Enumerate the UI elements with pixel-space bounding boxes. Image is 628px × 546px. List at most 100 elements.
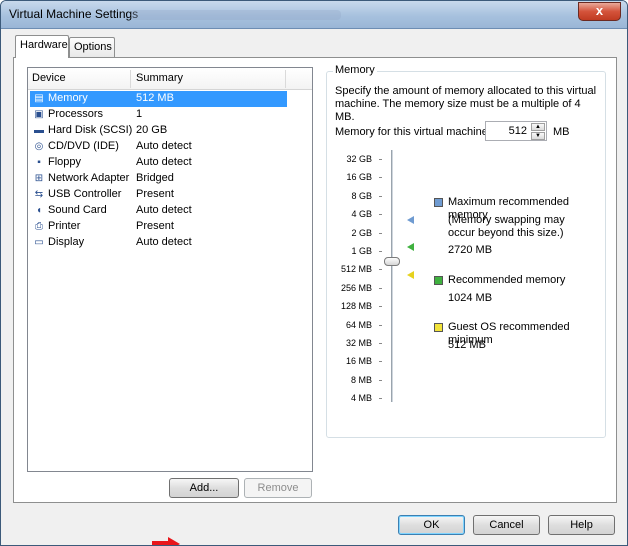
device-summary: Present <box>136 220 174 232</box>
device-row[interactable]: ⊞ Network Adapter Bridged <box>30 171 287 187</box>
network-adapter-icon: ⊞ <box>34 173 44 184</box>
scale-tick <box>379 324 382 326</box>
device-row[interactable]: ▣ Processors 1 <box>30 107 287 123</box>
memory-slider-track[interactable] <box>391 150 393 402</box>
device-row[interactable]: ▤ Memory 512 MB <box>30 91 287 107</box>
memory-unit: MB <box>553 126 570 138</box>
recommended-memory-marker-icon <box>407 243 414 251</box>
device-row[interactable]: ⎙ Printer Present <box>30 219 287 235</box>
scale-label: 16 MB <box>345 356 372 367</box>
scale-tick <box>379 306 382 308</box>
hard-disk-icon: ▬ <box>34 125 44 136</box>
memory-stepper[interactable]: 512 ▲ ▼ <box>485 121 547 141</box>
scale-label: 128 MB <box>340 301 372 312</box>
device-summary: Auto detect <box>136 236 192 248</box>
scale-label: 16 GB <box>346 172 372 183</box>
memory-icon: ▤ <box>34 93 44 104</box>
scale-label: 64 MB <box>345 319 372 330</box>
floppy-icon: ▪ <box>37 157 41 168</box>
memory-group-title: Memory <box>333 64 377 76</box>
blurred-title-text <box>131 10 341 20</box>
hardware-panel: Device Summary ▤ Memory 512 MB ▣ Processors 1… <box>13 57 617 545</box>
scale-label: 8 MB <box>350 374 372 385</box>
device-summary: 512 MB <box>136 92 174 104</box>
window-title: Virtual Machine Settings <box>9 7 139 21</box>
recommended-memory-swatch <box>434 276 443 285</box>
device-summary: 1 <box>136 108 143 120</box>
max-memory-note: (Memory swapping may occur beyond this s… <box>448 214 565 239</box>
list-header: Device Summary <box>28 68 312 90</box>
header-device[interactable]: Device <box>32 72 66 84</box>
device-name: Processors <box>48 108 104 120</box>
device-name: Sound Card <box>48 204 107 216</box>
scale-tick <box>379 177 382 179</box>
scale-label: 256 MB <box>340 282 372 293</box>
scale-tick <box>379 269 382 271</box>
device-name: Floppy <box>48 156 82 168</box>
add-button[interactable]: Add... <box>169 478 239 498</box>
remove-button[interactable]: Remove <box>244 478 312 498</box>
device-summary: 20 GB <box>136 124 168 136</box>
processor-icon: ▣ <box>34 109 44 120</box>
device-summary: Bridged <box>136 172 174 184</box>
header-summary[interactable]: Summary <box>136 72 183 84</box>
scale-tick <box>379 398 382 400</box>
device-summary: Auto detect <box>136 156 192 168</box>
device-name: USB Controller <box>48 188 122 200</box>
memory-slider-thumb[interactable] <box>384 257 400 266</box>
scale-label: 4 GB <box>351 209 372 220</box>
spin-down-icon[interactable]: ▼ <box>531 132 545 140</box>
max-memory-value: 2720 MB <box>448 244 493 256</box>
device-summary: Auto detect <box>136 140 192 152</box>
tab-options[interactable]: Options <box>69 37 115 57</box>
scale-tick <box>379 287 382 289</box>
recommended-memory-title: Recommended memory <box>448 274 566 286</box>
memory-description: Specify the amount of memory allocated t… <box>335 85 597 123</box>
display-icon: ▭ <box>34 237 44 248</box>
tab-hardware[interactable]: Hardware <box>15 35 69 58</box>
device-name: Display <box>48 236 85 248</box>
ok-button[interactable]: OK <box>398 515 465 535</box>
cancel-button[interactable]: Cancel <box>473 515 540 535</box>
column-separator <box>285 70 286 88</box>
max-memory-marker-icon <box>407 216 414 224</box>
device-row[interactable]: ◎ CD/DVD (IDE) Auto detect <box>30 139 287 155</box>
close-button[interactable]: x <box>578 2 621 21</box>
device-row[interactable]: ◖ Sound Card Auto detect <box>30 203 287 219</box>
guest-min-value: 512 MB <box>448 339 486 351</box>
usb-icon: ⇆ <box>34 189 44 200</box>
memory-value[interactable]: 512 <box>509 125 527 137</box>
device-name: Printer <box>48 220 81 232</box>
memory-field-label: Memory for this virtual machine: <box>335 126 491 138</box>
device-row[interactable]: ▬ Hard Disk (SCSI) 20 GB <box>30 123 287 139</box>
memory-group: Memory Specify the amount of memory allo… <box>326 64 606 438</box>
sound-card-icon: ◖ <box>35 205 43 216</box>
help-button[interactable]: Help <box>548 515 615 535</box>
device-row[interactable]: ⇆ USB Controller Present <box>30 187 287 203</box>
device-row[interactable]: ▪ Floppy Auto detect <box>30 155 287 171</box>
device-row[interactable]: ▭ Display Auto detect <box>30 235 287 251</box>
device-name: Network Adapter <box>48 172 130 184</box>
device-list[interactable]: Device Summary ▤ Memory 512 MB ▣ Processors 1… <box>27 67 313 472</box>
recommended-memory-value: 1024 MB <box>448 292 493 304</box>
scale-label: 4 MB <box>350 393 372 404</box>
spin-up-icon[interactable]: ▲ <box>531 123 545 131</box>
scale-label: 8 GB <box>351 190 372 201</box>
device-name: CD/DVD (IDE) <box>48 140 119 152</box>
scale-label: 512 MB <box>340 264 372 275</box>
guest-min-swatch <box>434 323 443 332</box>
scale-label: 32 GB <box>346 154 372 164</box>
scale-tick <box>379 232 382 234</box>
scale-label: 2 GB <box>351 227 372 238</box>
printer-icon: ⎙ <box>35 221 43 232</box>
cd-dvd-icon: ◎ <box>34 141 44 152</box>
column-separator <box>130 70 131 88</box>
scale-tick <box>379 343 382 344</box>
scale-tick <box>379 379 382 381</box>
red-arrow-icon <box>152 537 180 545</box>
scale-label: 1 GB <box>351 246 372 256</box>
title-bar[interactable]: Virtual Machine Settings x <box>1 1 627 29</box>
scale-tick <box>379 361 382 363</box>
device-name: Memory <box>48 92 88 104</box>
scale-tick <box>379 159 382 160</box>
